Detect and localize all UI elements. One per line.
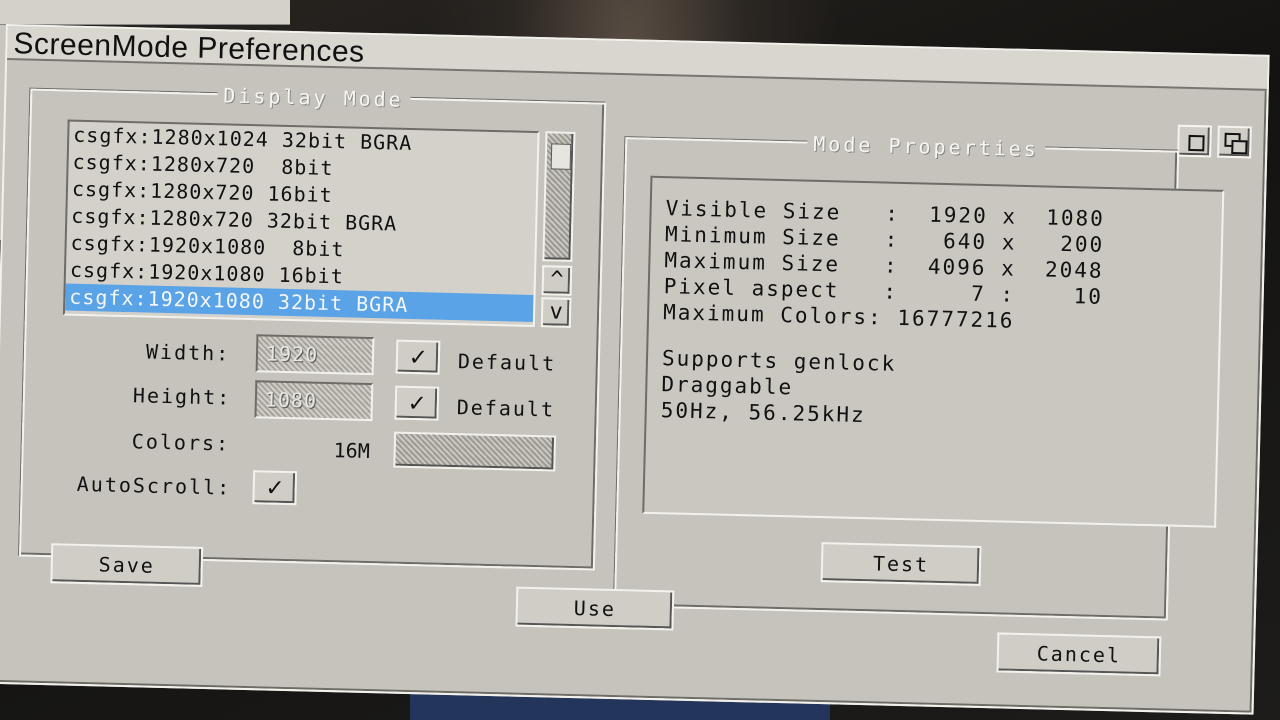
display-mode-label: Display Mode — [217, 83, 411, 112]
screenmode-window: ScreenMode Preferences Display Mode csgf… — [0, 24, 1270, 715]
cancel-button[interactable]: Cancel — [996, 632, 1162, 677]
background-titlebar — [0, 0, 290, 25]
zoom-gadget-icon[interactable] — [1177, 124, 1212, 158]
height-default-label: Default — [456, 395, 556, 422]
autoscroll-checkbox[interactable]: ✓ — [252, 470, 298, 506]
display-mode-list[interactable]: csgfx:1280x1024 32bit BGRA csgfx:1280x720… — [62, 119, 540, 328]
width-default-checkbox[interactable]: ✓ — [395, 339, 441, 375]
height-default-checkbox[interactable]: ✓ — [394, 385, 440, 421]
height-field[interactable]: 1080 — [254, 380, 374, 422]
scroll-up-arrow-icon[interactable]: ^ — [541, 265, 573, 296]
scroll-knob[interactable] — [550, 143, 572, 170]
mode-properties-box: Visible Size : 1920 x 1080 Minimum Size … — [642, 175, 1225, 528]
height-label: Height: — [132, 383, 232, 410]
colors-value: 16M — [333, 438, 371, 464]
feature-draggable: Draggable — [661, 372, 794, 400]
width-label: Width: — [145, 339, 231, 366]
save-button[interactable]: Save — [50, 543, 204, 587]
colors-label: Colors: — [131, 429, 231, 456]
window-title: ScreenMode Preferences — [13, 27, 366, 69]
mode-properties-group: Mode Properties Visible Size : 1920 x 10… — [613, 131, 1225, 621]
autoscroll-label: AutoScroll: — [76, 471, 232, 500]
width-field[interactable]: 1920 — [255, 334, 375, 376]
use-button[interactable]: Use — [515, 586, 675, 631]
mode-properties-label: Mode Properties — [807, 131, 1046, 162]
colors-slider[interactable] — [393, 431, 557, 472]
scroll-track[interactable] — [542, 131, 576, 262]
test-button[interactable]: Test — [820, 542, 982, 586]
scroll-down-arrow-icon[interactable]: v — [540, 297, 572, 328]
feature-frequency: 50Hz, 56.25kHz — [660, 398, 867, 428]
depth-gadget-icon[interactable] — [1217, 125, 1252, 159]
display-mode-group: Display Mode csgfx:1280x1024 32bit BGRA c… — [18, 83, 607, 571]
width-default-label: Default — [457, 349, 557, 376]
mode-list-scrollbar[interactable]: ^ v — [539, 131, 578, 328]
feature-genlock: Supports genlock — [661, 346, 897, 376]
